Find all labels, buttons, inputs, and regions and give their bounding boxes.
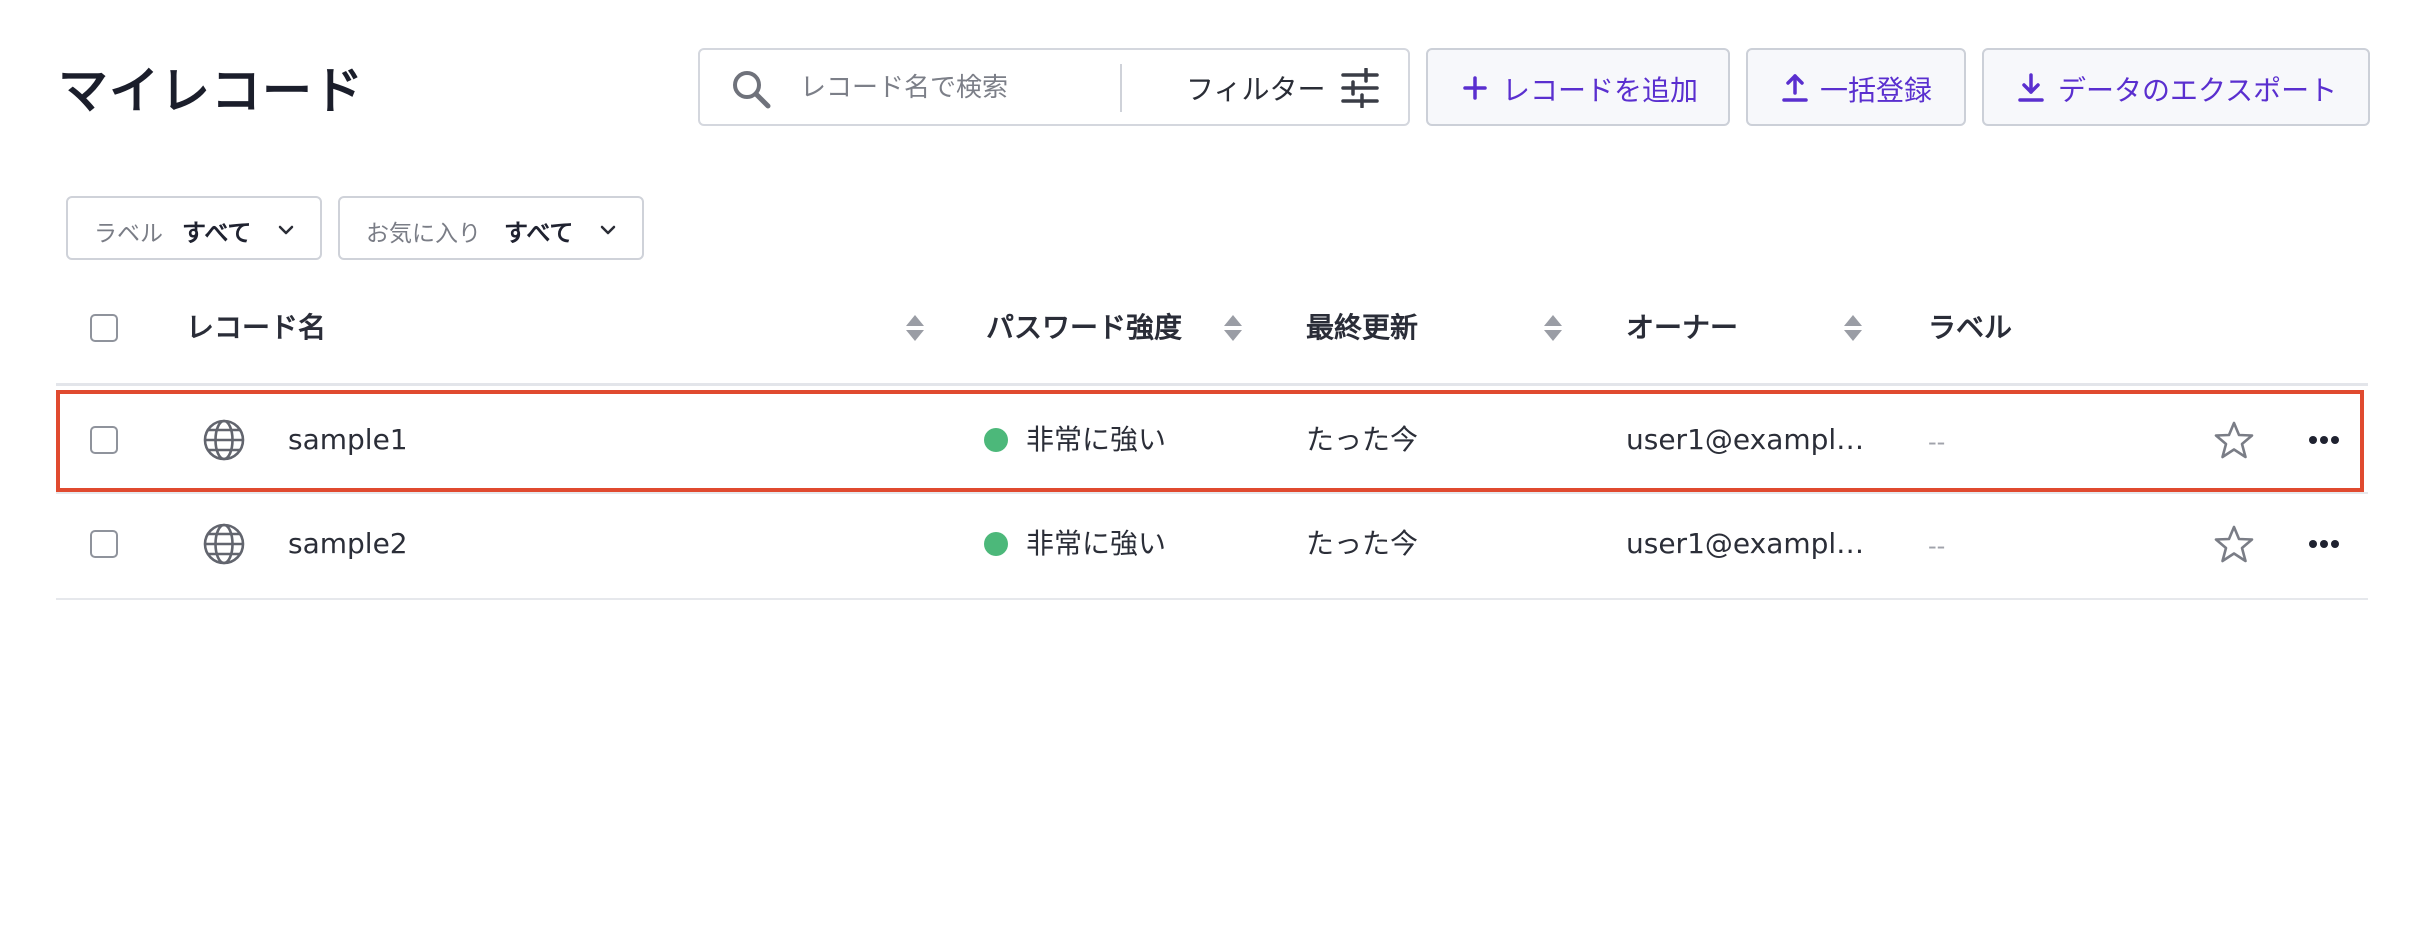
sliders-icon (1341, 68, 1379, 108)
export-data-label: データのエクスポート (2058, 74, 2338, 107)
column-header-last-updated[interactable]: 最終更新 (1306, 310, 1418, 346)
upload-icon (1782, 74, 1808, 102)
export-data-button[interactable]: データのエクスポート (1982, 48, 2370, 126)
search-divider (1120, 64, 1122, 112)
chevron-down-icon (278, 225, 294, 235)
bulk-register-label: 一括登録 (1820, 74, 1933, 107)
label-filter-value: すべて (182, 219, 252, 247)
download-icon (2018, 73, 2044, 102)
column-header-password-strength[interactable]: パスワード強度 (986, 310, 1182, 346)
row-divider (56, 598, 2368, 600)
last-updated: たった今 (1306, 527, 1419, 560)
select-all-checkbox[interactable] (90, 314, 118, 342)
bulk-register-button[interactable]: 一括登録 (1746, 48, 1966, 126)
page-title: マイレコード (58, 62, 364, 120)
add-record-button[interactable]: レコードを追加 (1426, 48, 1730, 126)
more-options-icon[interactable] (2308, 538, 2340, 550)
column-header-record-name[interactable]: レコード名 (186, 310, 326, 346)
favorite-filter-dropdown[interactable]: お気に入り すべて (338, 196, 644, 260)
filter-button[interactable]: フィルター (1140, 50, 1400, 124)
header-divider (56, 383, 2368, 386)
owner: user1@exampl… (1626, 527, 1865, 560)
search-icon (733, 71, 771, 109)
sort-icon[interactable] (904, 310, 926, 346)
column-header-label: ラベル (1928, 311, 2013, 344)
row-highlight (56, 390, 2364, 492)
chevron-down-icon (600, 225, 616, 235)
search-box: フィルター (698, 48, 1410, 126)
add-record-label: レコードを追加 (1502, 74, 1699, 107)
globe-icon (203, 523, 245, 565)
search-input[interactable] (798, 66, 1102, 110)
sort-icon[interactable] (1842, 310, 1864, 346)
record-name[interactable]: sample2 (288, 526, 408, 562)
password-strength: 非常に強い (1026, 527, 1167, 560)
favorite-filter-value: すべて (504, 219, 574, 247)
column-header-owner[interactable]: オーナー (1626, 310, 1738, 346)
plus-icon (1463, 76, 1487, 100)
label-filter-key: ラベル (94, 221, 163, 247)
label-filter-dropdown[interactable]: ラベル すべて (66, 196, 322, 260)
star-icon[interactable] (2214, 524, 2254, 564)
sort-icon[interactable] (1542, 310, 1564, 346)
row-checkbox[interactable] (90, 530, 118, 558)
strength-indicator (984, 532, 1008, 556)
record-label: -- (1928, 532, 1946, 560)
sort-icon[interactable] (1222, 310, 1244, 346)
filter-label: フィルター (1186, 73, 1326, 106)
favorite-filter-key: お気に入り (366, 221, 481, 247)
